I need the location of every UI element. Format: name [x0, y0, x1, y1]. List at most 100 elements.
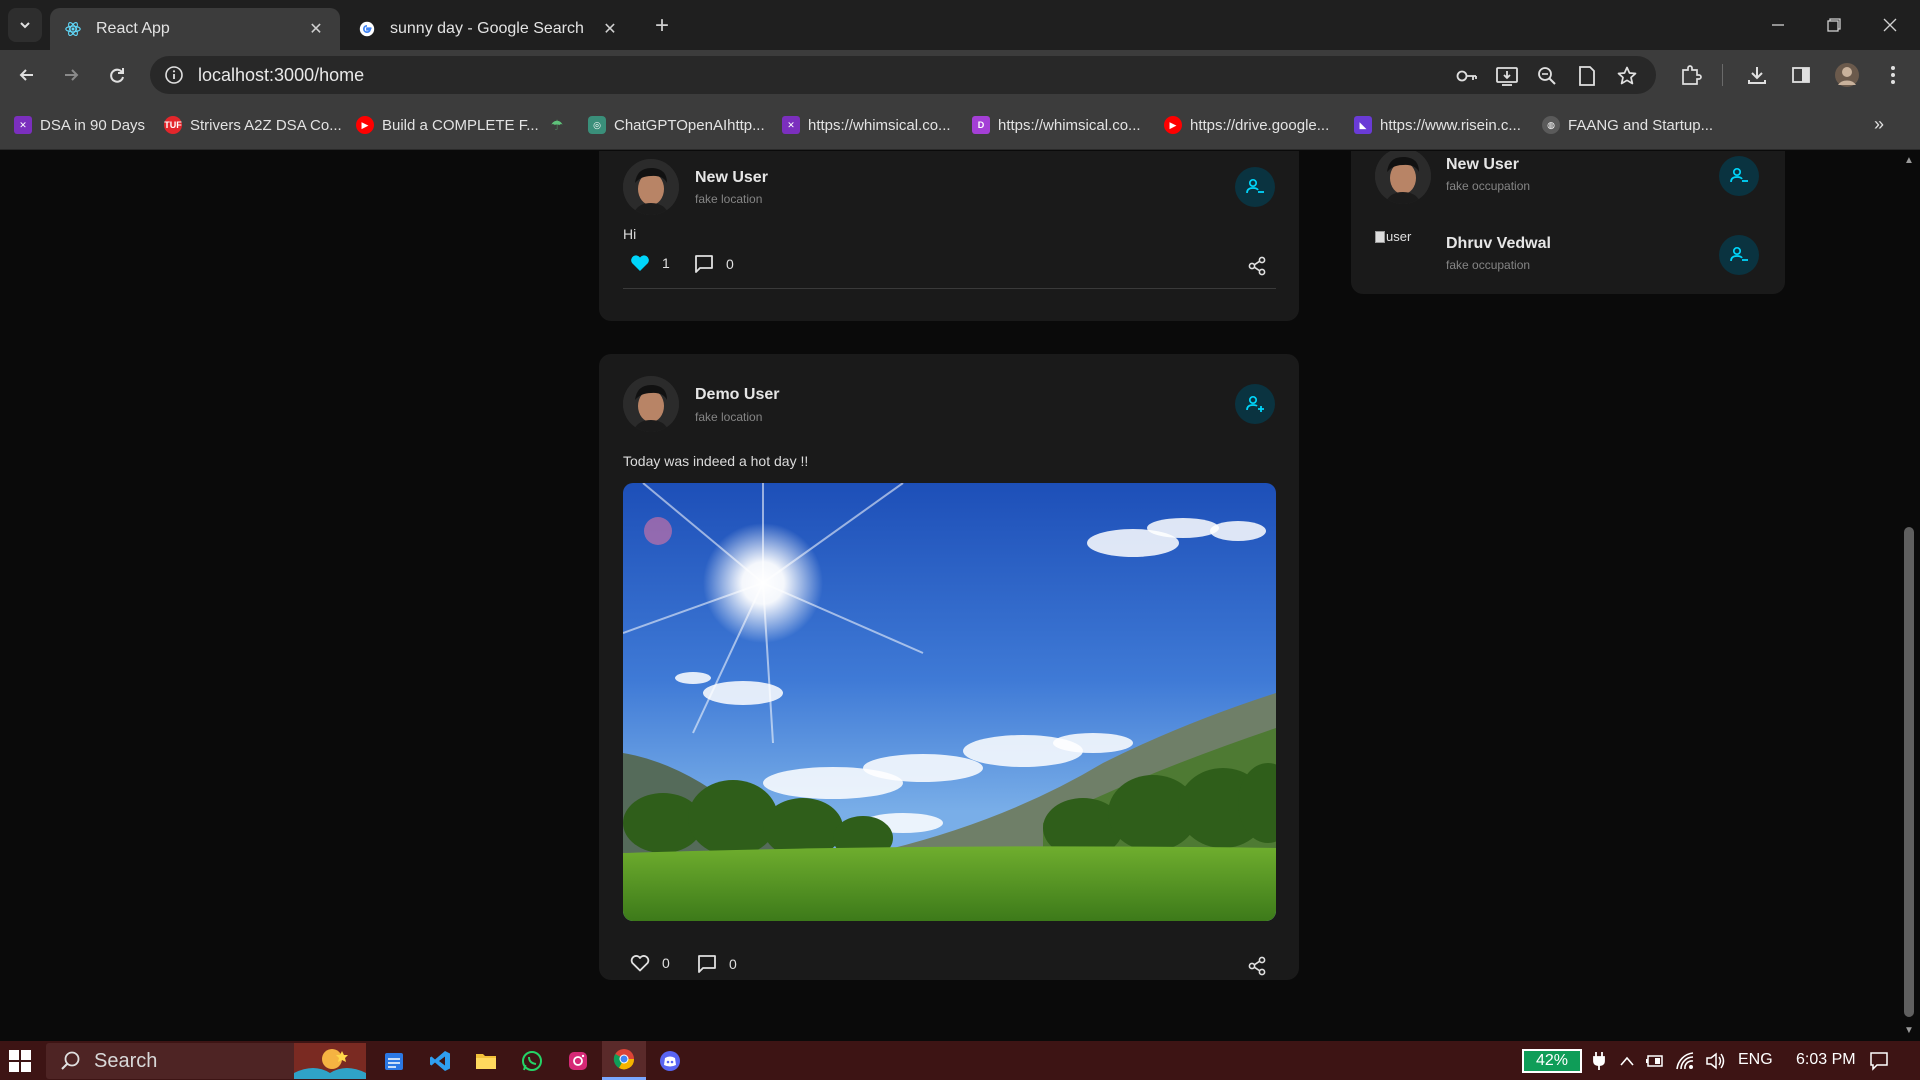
bookmark-item[interactable]: ◣ https://www.risein.c...	[1354, 114, 1521, 136]
friend-name[interactable]: New User	[1446, 156, 1519, 174]
scroll-up-icon[interactable]: ▲	[1902, 155, 1916, 166]
site-info-icon[interactable]	[154, 65, 194, 85]
avatar[interactable]	[623, 376, 679, 432]
zoom-icon[interactable]	[1536, 65, 1558, 87]
broken-avatar-image[interactable]: user	[1375, 229, 1411, 244]
bookmark-item[interactable]: ✕ https://whimsical.co...	[782, 114, 951, 136]
bookmark-item[interactable]: ▶ Build a COMPLETE F...	[356, 114, 539, 136]
profile-avatar[interactable]	[1834, 62, 1860, 88]
notification-icon[interactable]	[1868, 1050, 1890, 1072]
taskbar-search-box[interactable]: Search	[46, 1043, 366, 1079]
bookmark-item[interactable]: TUF Strivers A2Z DSA Co...	[164, 114, 342, 136]
toolbar-divider	[1722, 64, 1723, 86]
battery-saver-icon[interactable]	[1644, 1050, 1666, 1072]
bookmarks-bar: ✕ DSA in 90 Days TUF Strivers A2Z DSA Co…	[0, 100, 1920, 150]
taskbar-app-calendar[interactable]	[372, 1041, 416, 1080]
like-count-value: 1	[662, 255, 670, 271]
user-photo	[623, 376, 679, 432]
forward-arrow-icon[interactable]	[56, 60, 86, 90]
share-icon[interactable]	[1246, 955, 1268, 977]
tab-search-button[interactable]	[8, 8, 42, 42]
bookmark-label: ChatGPTOpenAIhttp...	[614, 116, 765, 134]
download-icon[interactable]	[1744, 62, 1770, 88]
language-indicator[interactable]: ENG	[1738, 1051, 1773, 1069]
post-author-name[interactable]: New User	[695, 169, 768, 187]
bookmark-item[interactable]: ☂	[548, 114, 574, 136]
close-icon[interactable]: ✕	[306, 19, 326, 39]
tab-title: sunny day - Google Search	[390, 20, 584, 37]
post-image[interactable]	[623, 483, 1276, 921]
menu-kebab-icon[interactable]	[1880, 62, 1906, 88]
new-tab-button[interactable]: +	[648, 12, 676, 40]
bookmark-label: https://www.risein.c...	[1380, 116, 1521, 134]
bookmark-item[interactable]: ◎ ChatGPTOpenAIhttp...	[588, 114, 765, 136]
battery-indicator[interactable]: 42%	[1522, 1049, 1582, 1073]
back-arrow-icon[interactable]	[12, 60, 42, 90]
bookmark-item[interactable]: ✕ DSA in 90 Days	[14, 114, 145, 136]
taskbar-app-instagram[interactable]	[556, 1041, 600, 1080]
bookmark-item[interactable]: ▶ https://drive.google...	[1164, 114, 1329, 136]
chevron-double-right-icon[interactable]: »	[1874, 114, 1884, 135]
react-icon	[65, 22, 81, 36]
chevron-down-icon	[20, 22, 30, 29]
taskbar-app-whatsapp[interactable]	[510, 1041, 554, 1080]
comment-icon	[698, 955, 716, 973]
avatar[interactable]	[623, 159, 679, 215]
speaker-icon[interactable]	[1704, 1050, 1726, 1072]
wifi-icon[interactable]	[1674, 1050, 1696, 1072]
url-text: localhost:3000/home	[198, 64, 365, 85]
scroll-thumb[interactable]	[1904, 527, 1914, 1017]
comment-count[interactable]: 0	[694, 254, 734, 274]
whimsical-icon: ✕	[14, 116, 32, 134]
add-friend-button[interactable]	[1235, 384, 1275, 424]
friend-occupation: fake occupation	[1446, 179, 1531, 193]
chevron-up-icon[interactable]	[1616, 1050, 1638, 1072]
person-remove-icon	[1246, 178, 1264, 194]
risein-icon: ◣	[1354, 116, 1372, 134]
post-card: Demo User fake location Today was indeed…	[599, 354, 1299, 980]
bookmark-item[interactable]: ◍ FAANG and Startup...	[1542, 114, 1713, 136]
taskbar-app-vscode[interactable]	[418, 1041, 462, 1080]
post-card: New User fake location Hi 1 0	[599, 151, 1299, 321]
like-count-value: 0	[662, 955, 670, 971]
bookmark-item[interactable]: D https://whimsical.co...	[972, 114, 1141, 136]
address-bar[interactable]: localhost:3000/home	[150, 56, 1656, 94]
scroll-down-icon[interactable]: ▼	[1902, 1025, 1916, 1036]
taskbar-app-discord[interactable]	[648, 1041, 692, 1080]
share-icon[interactable]	[1246, 255, 1268, 277]
purple-d-icon: D	[972, 116, 990, 134]
page-scrollbar[interactable]: ▲ ▼	[1898, 151, 1920, 1041]
windows-start-icon[interactable]	[8, 1049, 32, 1073]
extensions-icon[interactable]	[1678, 62, 1704, 88]
tab-google-search[interactable]: sunny day - Google Search ✕	[344, 8, 634, 50]
close-icon[interactable]: ✕	[600, 19, 620, 39]
reload-icon[interactable]	[102, 60, 132, 90]
page-icon[interactable]	[1576, 65, 1598, 87]
post-author-name[interactable]: Demo User	[695, 386, 779, 404]
post-author-location: fake location	[695, 192, 763, 206]
tuf-icon: TUF	[164, 116, 182, 134]
password-key-icon[interactable]	[1456, 65, 1478, 87]
restore-icon[interactable]	[1814, 10, 1854, 40]
like-count[interactable]: 0	[630, 954, 670, 972]
person-add-icon	[1246, 395, 1264, 412]
bookmark-label: Strivers A2Z DSA Co...	[190, 116, 342, 134]
close-window-icon[interactable]	[1870, 10, 1910, 40]
remove-friend-button[interactable]	[1235, 167, 1275, 207]
windows-taskbar: Search 42% ENG 6:03 PM	[0, 1041, 1920, 1080]
side-panel-icon[interactable]	[1788, 62, 1814, 88]
clock[interactable]: 6:03 PM	[1796, 1051, 1856, 1069]
remove-friend-button[interactable]	[1719, 235, 1759, 275]
bookmark-star-icon[interactable]	[1616, 65, 1638, 87]
vscode-icon	[430, 1050, 450, 1071]
avatar[interactable]	[1375, 151, 1431, 204]
taskbar-app-chrome[interactable]	[602, 1041, 646, 1080]
taskbar-app-explorer[interactable]	[464, 1041, 508, 1080]
tab-react-app[interactable]: React App ✕	[50, 8, 340, 50]
install-app-icon[interactable]	[1496, 65, 1518, 87]
minimize-icon[interactable]	[1758, 10, 1798, 40]
comment-count[interactable]: 0	[697, 954, 737, 974]
friend-name[interactable]: Dhruv Vedwal	[1446, 235, 1551, 253]
remove-friend-button[interactable]	[1719, 156, 1759, 196]
like-count[interactable]: 1	[630, 254, 670, 272]
